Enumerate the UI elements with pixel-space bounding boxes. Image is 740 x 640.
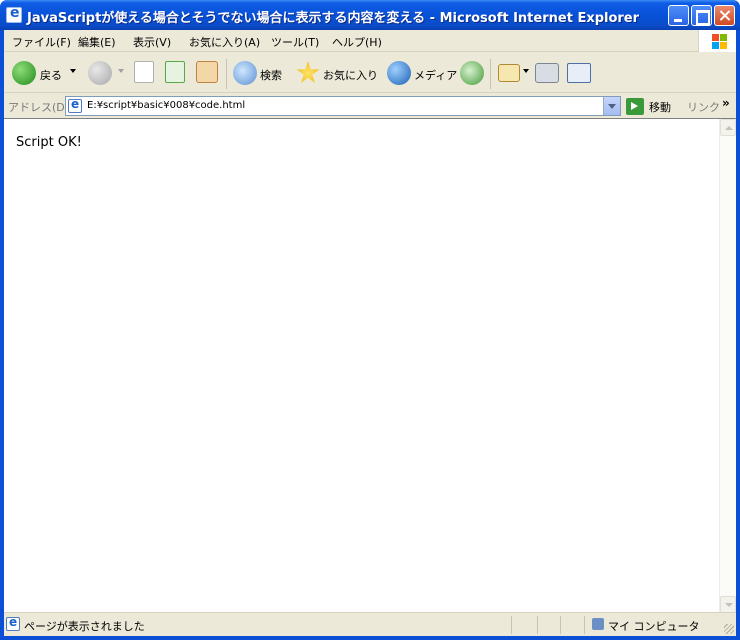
browser-chrome: ファイル(F) 編集(E) 表示(V) お気に入り(A) ツール(T) ヘルプ(…	[4, 30, 736, 118]
favorites-button-label[interactable]: お気に入り	[323, 67, 378, 83]
status-page-icon	[6, 615, 20, 631]
page-content: Script OK!	[4, 118, 736, 613]
links-label[interactable]: リンク	[687, 99, 720, 115]
security-zone-text: マイ コンピュータ	[608, 620, 700, 633]
status-divider	[537, 616, 538, 634]
script-status-text: Script OK!	[16, 135, 82, 150]
forward-arrow-icon[interactable]	[88, 61, 112, 85]
page-icon	[68, 97, 82, 113]
maximize-button[interactable]	[691, 5, 712, 26]
status-text: ページが表示されました	[24, 620, 145, 633]
address-url[interactable]: E:¥script¥basic¥008¥code.html	[87, 100, 245, 111]
back-dropdown-icon[interactable]	[70, 69, 76, 73]
vertical-scrollbar[interactable]	[719, 119, 736, 613]
close-button[interactable]	[714, 5, 735, 26]
title-bar: JavaScriptが使える場合とそうでない場合に表示する内容を変える - Mi…	[0, 0, 740, 30]
edit-icon[interactable]	[567, 63, 591, 83]
menu-favorites[interactable]: お気に入り(A)	[189, 34, 260, 50]
minimize-button[interactable]	[668, 5, 689, 26]
address-bar: アドレス(D) E:¥script¥basic¥008¥code.html 移動…	[4, 94, 736, 118]
go-arrow-icon[interactable]	[626, 98, 644, 115]
search-icon[interactable]	[233, 61, 257, 85]
history-icon[interactable]	[460, 61, 484, 85]
menu-bar: ファイル(F) 編集(E) 表示(V) お気に入り(A) ツール(T) ヘルプ(…	[4, 30, 736, 52]
standard-toolbar: 戻る 検索 お気に入り メディア	[4, 53, 736, 93]
address-label: アドレス(D)	[8, 101, 70, 114]
status-bar: ページが表示されました マイ コンピュータ	[4, 612, 736, 636]
scroll-down-button[interactable]	[720, 596, 736, 613]
menu-file[interactable]: ファイル(F)	[12, 34, 71, 50]
media-button-label[interactable]: メディア	[414, 67, 457, 83]
menu-edit[interactable]: 編集(E)	[78, 34, 116, 50]
chevron-right-icon[interactable]: »	[722, 96, 730, 110]
mail-icon[interactable]	[498, 64, 520, 82]
resize-grip-icon[interactable]	[724, 624, 734, 634]
refresh-icon[interactable]	[165, 61, 185, 83]
search-button-label[interactable]: 検索	[260, 67, 282, 83]
go-button-label[interactable]: 移動	[649, 99, 671, 115]
scroll-up-button[interactable]	[720, 119, 736, 136]
menu-help[interactable]: ヘルプ(H)	[332, 34, 382, 50]
mail-dropdown-icon[interactable]	[523, 69, 529, 73]
computer-zone-icon	[592, 618, 604, 630]
address-input[interactable]: E:¥script¥basic¥008¥code.html	[65, 96, 621, 116]
menu-view[interactable]: 表示(V)	[133, 34, 171, 50]
back-button-label[interactable]: 戻る	[40, 67, 62, 83]
status-divider	[560, 616, 561, 634]
toolbar-separator	[226, 59, 227, 89]
favorites-star-icon[interactable]	[296, 61, 320, 83]
media-icon[interactable]	[387, 61, 411, 85]
ie-window: JavaScriptが使える場合とそうでない場合に表示する内容を変える - Mi…	[0, 0, 740, 640]
print-icon[interactable]	[535, 63, 559, 83]
stop-icon[interactable]	[134, 61, 154, 83]
back-arrow-icon[interactable]	[12, 61, 36, 85]
windows-logo-icon	[698, 30, 736, 52]
status-divider	[584, 616, 585, 634]
window-title: JavaScriptが使える場合とそうでない場合に表示する内容を変える - Mi…	[27, 11, 640, 26]
window-bottom-border	[0, 636, 740, 640]
status-divider	[511, 616, 512, 634]
menu-tools[interactable]: ツール(T)	[271, 34, 319, 50]
forward-dropdown-icon[interactable]	[118, 69, 124, 73]
toolbar-separator	[490, 59, 491, 89]
address-dropdown-button[interactable]	[603, 97, 620, 115]
home-icon[interactable]	[196, 61, 218, 83]
ie-page-icon	[6, 5, 22, 23]
